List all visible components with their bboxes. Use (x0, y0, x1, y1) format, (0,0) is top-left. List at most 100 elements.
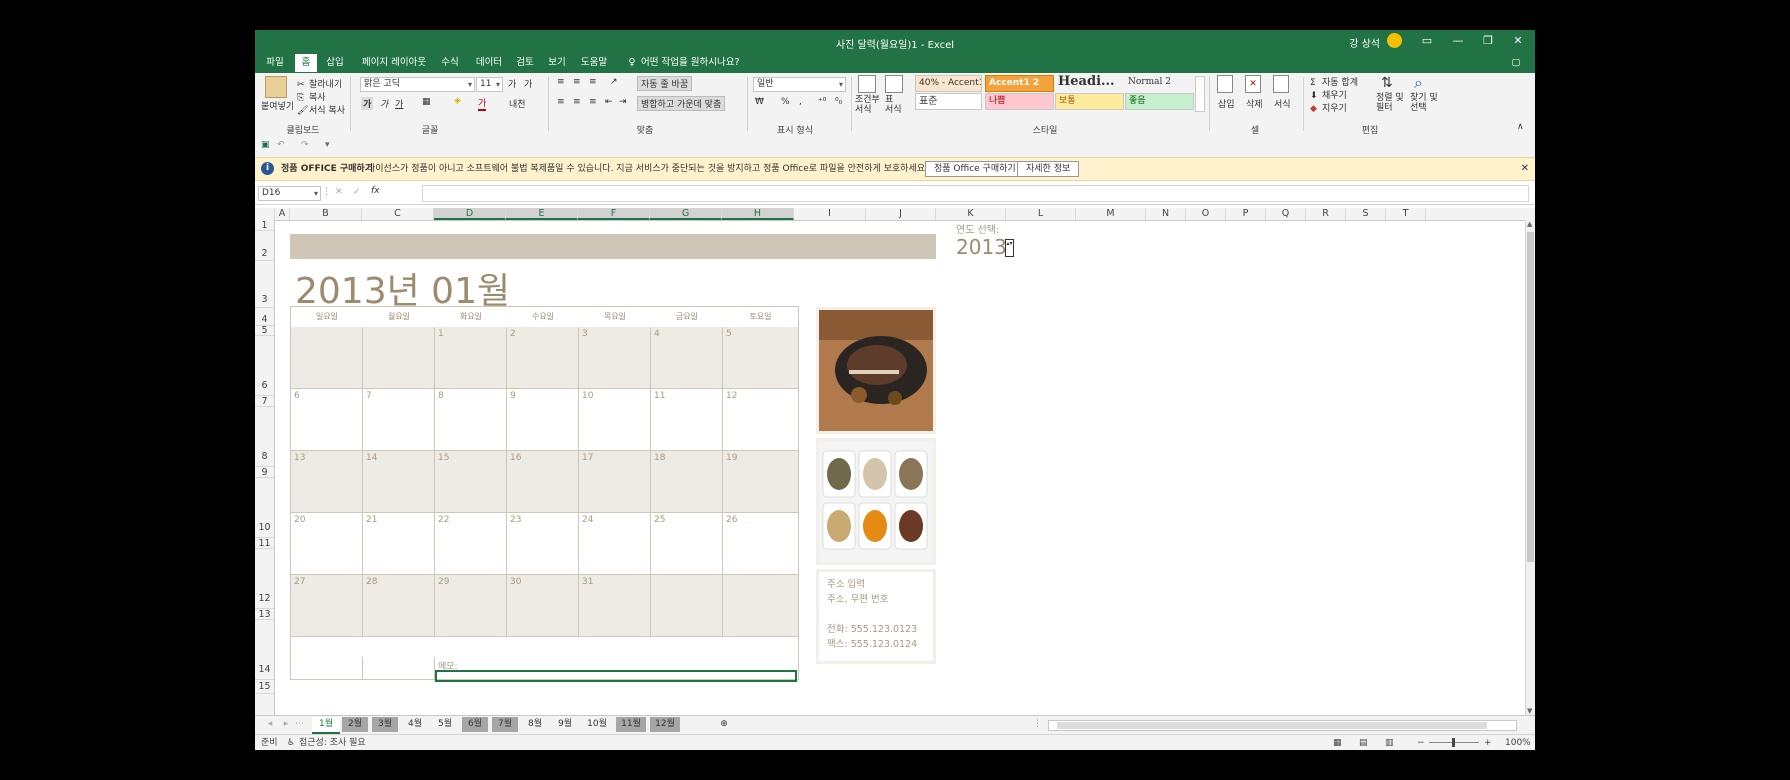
food-photo-spices[interactable] (816, 438, 936, 565)
column-header[interactable]: R (1306, 208, 1346, 220)
calendar-day-cell[interactable]: 1 (435, 327, 507, 389)
row-header[interactable]: 10 (255, 478, 274, 538)
sheet-tab-oct[interactable]: 10월 (582, 717, 612, 732)
calendar-day-cell[interactable]: 22 (435, 513, 507, 575)
sheet-tab-feb[interactable]: 2월 (342, 717, 368, 732)
calendar-day-cell[interactable]: 16 (507, 451, 579, 513)
autosum-button[interactable]: Σ 자동 합계 (1310, 75, 1358, 89)
worksheet-grid[interactable]: 2013년 01월 일요일 월요일 화요일 수요일 목요일 금요일 토요일 12… (275, 221, 1533, 715)
calendar-day-cell[interactable]: 31 (579, 575, 651, 637)
scroll-down-icon[interactable]: ▼ (1527, 707, 1532, 715)
calendar-day-cell[interactable]: 30 (507, 575, 579, 637)
undo-icon[interactable]: ↶ (277, 140, 285, 150)
normal-view-icon[interactable]: ▦ (1333, 735, 1342, 750)
buy-office-button[interactable]: 정품 Office 구매하기 (925, 161, 1025, 177)
tell-me-search[interactable]: 어떤 작업을 원하시나요? (641, 54, 741, 72)
column-header[interactable]: J (866, 208, 936, 220)
calendar-day-cell[interactable]: 8 (435, 389, 507, 451)
tab-bar-more-icon[interactable]: ⋯ (295, 717, 304, 732)
column-header[interactable]: B (290, 208, 362, 220)
sheet-tab-aug[interactable]: 8월 (522, 717, 548, 732)
calendar-blank-cell[interactable] (291, 657, 363, 679)
calendar-day-cell[interactable]: 28 (363, 575, 435, 637)
restore-icon[interactable]: ❐ (1475, 32, 1501, 50)
calendar-day-cell[interactable]: 18 (651, 451, 723, 513)
find-select-icon[interactable]: ⌕ (1414, 73, 1423, 93)
page-break-view-icon[interactable]: ▥ (1385, 735, 1394, 750)
font-size-combo[interactable]: 11 (476, 77, 503, 92)
percent-button[interactable]: % (781, 97, 790, 107)
column-header[interactable]: T (1386, 208, 1426, 220)
column-header[interactable]: M (1076, 208, 1146, 220)
styles-scroll-handle[interactable] (1195, 76, 1205, 112)
column-header[interactable]: Q (1266, 208, 1306, 220)
conditional-format-icon[interactable] (858, 75, 876, 93)
calendar-day-cell[interactable]: 5 (723, 327, 798, 389)
style-heading[interactable]: Headi... (1055, 74, 1122, 89)
row-header[interactable]: 13 (255, 609, 274, 620)
wrap-text-button[interactable]: 자동 줄 바꿈 (637, 76, 693, 91)
sheet-tab-apr[interactable]: 4월 (402, 717, 428, 732)
accessibility-status[interactable]: 접근성: 조사 필요 (299, 735, 366, 750)
collapse-ribbon-icon[interactable]: ∧ (1517, 122, 1524, 132)
row-header[interactable]: 15 (255, 680, 274, 694)
indent-increase-icon[interactable]: ⇥ (619, 97, 627, 107)
horizontal-scrollbar[interactable] (1048, 720, 1517, 731)
align-left-icon[interactable]: ≡ (557, 97, 565, 107)
phonetic-button[interactable]: 내천 (509, 97, 526, 110)
row-header[interactable]: 14 (255, 620, 274, 680)
calendar-day-cell[interactable]: 17 (579, 451, 651, 513)
zoom-in-icon[interactable]: + (1484, 735, 1492, 750)
bold-button[interactable]: 가 (361, 97, 374, 110)
fill-button[interactable]: ⬇ 채우기 (1310, 88, 1347, 102)
calendar-day-cell[interactable]: 29 (435, 575, 507, 637)
calendar-day-cell[interactable] (723, 575, 798, 637)
add-sheet-icon[interactable]: ⊕ (717, 717, 731, 732)
enter-formula-icon[interactable]: ✓ (353, 187, 361, 197)
sheet-tab-jul[interactable]: 7월 (492, 717, 518, 732)
column-header[interactable]: I (794, 208, 866, 220)
user-avatar[interactable] (1387, 33, 1402, 48)
food-photo-meat[interactable] (816, 307, 936, 434)
delete-cells-button[interactable]: 삭제 (1246, 97, 1263, 110)
vertical-scrollbar[interactable]: ▲ ▼ (1525, 220, 1535, 715)
calendar-day-cell[interactable]: 12 (723, 389, 798, 451)
calendar-blank-cell[interactable] (363, 657, 435, 679)
row-header[interactable]: 11 (255, 538, 274, 549)
style-neutral[interactable]: 보통 (1055, 93, 1124, 110)
column-header[interactable]: S (1346, 208, 1386, 220)
decrease-decimal-icon[interactable]: ⁰₀ (835, 97, 842, 107)
page-layout-view-icon[interactable]: ▤ (1359, 735, 1368, 750)
merge-center-button[interactable]: 병합하고 가운데 맞춤 (637, 96, 726, 111)
sheet-tab-mar[interactable]: 3월 (372, 717, 398, 732)
horizontal-scroll-thumb[interactable] (1057, 722, 1487, 729)
calendar-day-cell[interactable]: 11 (651, 389, 723, 451)
sheet-tab-may[interactable]: 5월 (432, 717, 458, 732)
delete-cells-icon[interactable]: ✕ (1245, 75, 1261, 93)
row-header[interactable]: 7 (255, 396, 274, 407)
insert-cells-icon[interactable] (1217, 75, 1233, 93)
tab-home[interactable]: 홈 (295, 54, 317, 72)
save-icon[interactable]: ▣ (261, 140, 270, 150)
style-accent1[interactable]: Accent1 2 (985, 75, 1054, 92)
tab-insert[interactable]: 삽입 (323, 54, 347, 72)
row-header[interactable]: 3 (255, 261, 274, 308)
tab-data[interactable]: 데이터 (473, 54, 505, 72)
calendar-day-cell[interactable]: 14 (363, 451, 435, 513)
fill-color-icon[interactable]: ◈ (454, 96, 461, 106)
calendar-day-cell[interactable]: 15 (435, 451, 507, 513)
calendar-day-cell[interactable]: 19 (723, 451, 798, 513)
clear-button[interactable]: ◆ 지우기 (1310, 101, 1347, 115)
row-header[interactable]: 6 (255, 336, 274, 396)
paste-icon[interactable] (265, 76, 287, 98)
align-middle-icon[interactable]: ≡ (573, 77, 581, 87)
sheet-tab-jan[interactable]: 1월 (312, 717, 340, 734)
column-header[interactable]: L (1006, 208, 1076, 220)
row-header[interactable]: 5 (255, 326, 274, 336)
grow-font-button[interactable]: 가 (508, 77, 516, 90)
conditional-format-button[interactable]: 조건부 서식 (855, 95, 881, 115)
minimize-icon[interactable]: — (1445, 32, 1471, 50)
sheet-tab-nov[interactable]: 11월 (616, 717, 646, 732)
sort-filter-icon[interactable]: ⇅ (1381, 75, 1393, 91)
format-cells-icon[interactable] (1273, 75, 1289, 93)
